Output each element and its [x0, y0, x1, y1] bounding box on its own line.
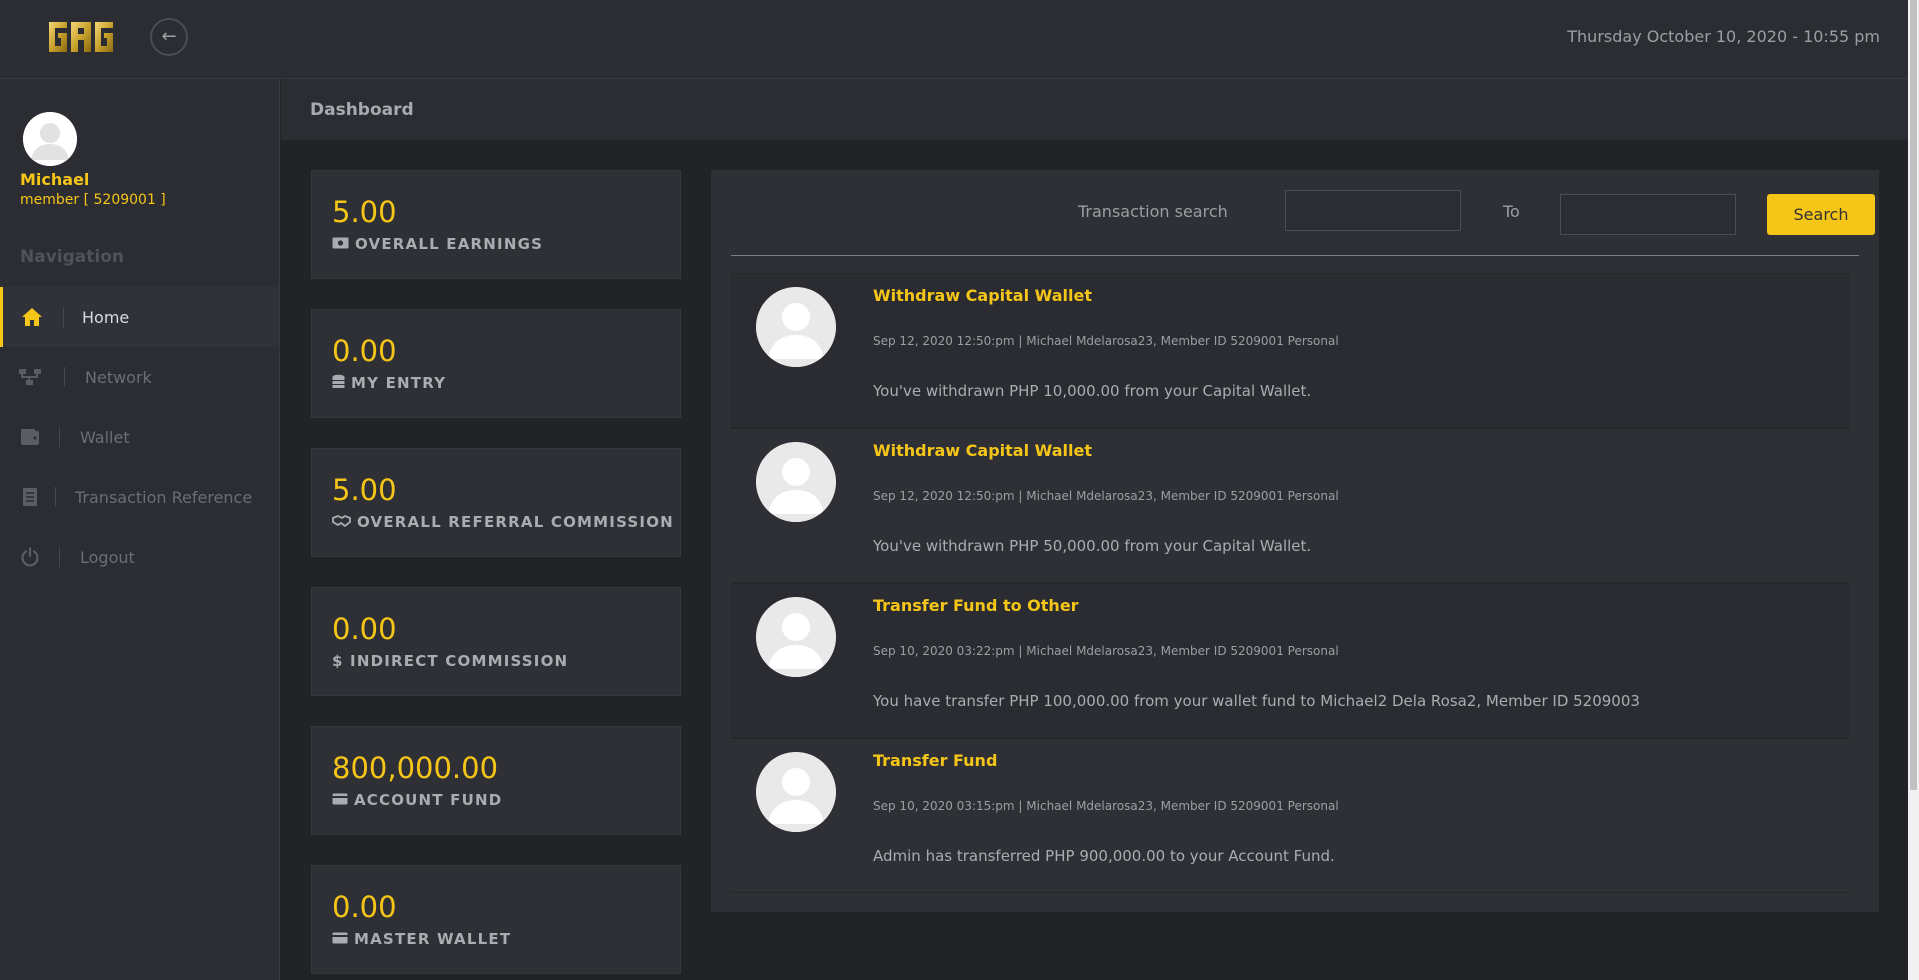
page-scrollbar[interactable] — [1908, 0, 1919, 980]
sidebar: Michael member [ 5209001 ] Navigation Ho… — [0, 79, 280, 980]
stat-card-indirect-commission: 0.00 $ INDIRECT COMMISSION — [311, 587, 681, 696]
page-title: Dashboard — [310, 100, 414, 120]
transaction-search-label: Transaction search — [1078, 202, 1228, 221]
stat-value: 0.00 — [332, 334, 397, 368]
nav-separator — [55, 487, 56, 507]
handshake-icon — [332, 513, 351, 531]
date-to-input[interactable] — [1560, 194, 1736, 235]
transaction-title[interactable]: Withdraw Capital Wallet — [873, 286, 1092, 305]
transactions-panel: Transaction search To Search Withdraw Ca… — [711, 170, 1879, 912]
avatar — [756, 287, 836, 367]
user-member-id: member [ 5209001 ] — [20, 192, 166, 208]
avatar — [756, 442, 836, 522]
transaction-meta: Sep 10, 2020 03:15:pm | Michael Mdelaros… — [873, 799, 1339, 813]
card-icon — [332, 791, 348, 809]
stat-label: MY ENTRY — [332, 374, 446, 392]
power-icon — [18, 545, 42, 569]
transaction-body: You have transfer PHP 100,000.00 from yo… — [873, 692, 1640, 710]
brand-logo[interactable] — [47, 18, 115, 56]
nav-separator — [64, 367, 65, 387]
nav-separator — [59, 547, 60, 567]
nav-separator — [63, 307, 64, 327]
avatar — [756, 752, 836, 832]
sidebar-item-wallet[interactable]: Wallet — [0, 407, 279, 467]
transaction-title[interactable]: Withdraw Capital Wallet — [873, 441, 1092, 460]
stat-label-text: MASTER WALLET — [354, 930, 512, 948]
to-label: To — [1503, 202, 1520, 221]
stat-label-text: OVERALL EARNINGS — [355, 235, 544, 253]
transaction-meta: Sep 12, 2020 12:50:pm | Michael Mdelaros… — [873, 489, 1339, 503]
sidebar-item-logout[interactable]: Logout — [0, 527, 279, 587]
user-name: Michael — [20, 170, 90, 189]
transaction-body: You've withdrawn PHP 50,000.00 from your… — [873, 537, 1312, 555]
stat-label: ACCOUNT FUND — [332, 791, 502, 809]
stat-label-text: OVERALL REFERRAL COMMISSION — [357, 513, 674, 531]
stat-value: 5.00 — [332, 473, 397, 507]
search-button[interactable]: Search — [1767, 194, 1875, 235]
stat-card-account-fund: 800,000.00 ACCOUNT FUND — [311, 726, 681, 835]
sidebar-item-label: Wallet — [80, 427, 130, 447]
scrollbar-thumb[interactable] — [1910, 0, 1917, 790]
transaction-body: Admin has transferred PHP 900,000.00 to … — [873, 847, 1335, 865]
transaction-item: Transfer Fund Sep 10, 2020 03:15:pm | Mi… — [731, 738, 1849, 893]
avatar — [756, 597, 836, 677]
user-avatar[interactable] — [23, 112, 77, 166]
stat-label: $ INDIRECT COMMISSION — [332, 652, 568, 670]
stat-card-overall-earnings: 5.00 OVERALL EARNINGS — [311, 170, 681, 279]
date-from-input[interactable] — [1285, 190, 1461, 231]
transaction-item: Withdraw Capital Wallet Sep 12, 2020 12:… — [731, 428, 1849, 583]
page-header: Dashboard — [281, 79, 1908, 140]
stat-label-text: MY ENTRY — [351, 374, 447, 392]
network-icon — [18, 365, 42, 389]
transaction-list: Withdraw Capital Wallet Sep 12, 2020 12:… — [731, 273, 1849, 893]
coins-icon — [332, 374, 345, 392]
sidebar-item-label: Transaction Reference — [75, 487, 253, 507]
divider — [731, 255, 1859, 256]
transaction-meta: Sep 10, 2020 03:22:pm | Michael Mdelaros… — [873, 644, 1339, 658]
top-bar: ← Thursday October 10, 2020 - 10:55 pm — [0, 0, 1908, 79]
home-icon — [20, 305, 44, 329]
back-button[interactable]: ← — [150, 18, 188, 56]
sidebar-item-network[interactable]: Network — [0, 347, 279, 407]
card-icon — [332, 930, 348, 948]
transaction-body: You've withdrawn PHP 10,000.00 from your… — [873, 382, 1312, 400]
sidebar-item-label: Home — [82, 307, 130, 327]
stat-label-text: $ INDIRECT COMMISSION — [332, 652, 569, 670]
document-icon — [18, 485, 42, 509]
transaction-meta: Sep 12, 2020 12:50:pm | Michael Mdelaros… — [873, 334, 1339, 348]
stat-label: OVERALL REFERRAL COMMISSION — [332, 513, 674, 531]
wallet-icon — [18, 425, 42, 449]
sidebar-item-label: Logout — [80, 547, 135, 567]
transaction-item: Transfer Fund to Other Sep 10, 2020 03:2… — [731, 583, 1849, 738]
transaction-item: Withdraw Capital Wallet Sep 12, 2020 12:… — [731, 273, 1849, 428]
sidebar-item-label: Network — [85, 367, 152, 387]
sidebar-item-transaction-reference[interactable]: Transaction Reference — [0, 467, 279, 527]
stat-value: 5.00 — [332, 195, 397, 229]
stat-value: 0.00 — [332, 890, 397, 924]
stat-label-text: ACCOUNT FUND — [354, 791, 503, 809]
arrow-left-icon: ← — [161, 26, 177, 47]
stat-card-master-wallet: 0.00 MASTER WALLET — [311, 865, 681, 974]
transaction-title[interactable]: Transfer Fund to Other — [873, 596, 1079, 615]
money-icon — [332, 235, 349, 253]
stat-label: OVERALL EARNINGS — [332, 235, 543, 253]
nav-list: Home Network Wallet Transaction Referenc… — [0, 287, 279, 587]
transaction-title[interactable]: Transfer Fund — [873, 751, 997, 770]
stat-value: 800,000.00 — [332, 751, 499, 785]
nav-heading: Navigation — [20, 247, 124, 267]
nav-separator — [59, 427, 60, 447]
stat-value: 0.00 — [332, 612, 397, 646]
stat-card-my-entry: 0.00 MY ENTRY — [311, 309, 681, 418]
sidebar-item-home[interactable]: Home — [0, 287, 279, 347]
stat-card-referral-commission: 5.00 OVERALL REFERRAL COMMISSION — [311, 448, 681, 557]
stat-label: MASTER WALLET — [332, 930, 511, 948]
current-datetime: Thursday October 10, 2020 - 10:55 pm — [1567, 27, 1880, 46]
